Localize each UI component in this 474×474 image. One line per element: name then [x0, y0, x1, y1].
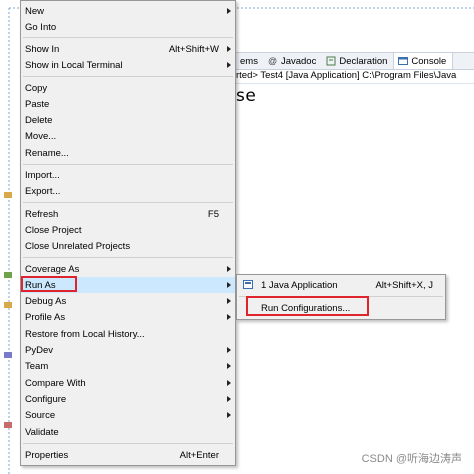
- menu-item-configure[interactable]: Configure: [21, 391, 235, 407]
- menu-item-move[interactable]: Move...: [21, 128, 235, 144]
- submenu-item-java-application[interactable]: 1 Java Application Alt+Shift+X, J: [237, 276, 445, 294]
- submenu-arrow-icon: [227, 8, 231, 14]
- view-tabbar: ems @ Javadoc Declaration Console: [236, 52, 474, 70]
- submenu-arrow-icon: [227, 298, 231, 304]
- annotation-box-run-as: [21, 276, 77, 292]
- submenu-arrow-icon: [227, 314, 231, 320]
- java-application-icon: [243, 280, 253, 289]
- package-icon: [4, 272, 12, 278]
- menu-separator: [23, 257, 233, 258]
- menu-item-copy[interactable]: Copy: [21, 80, 235, 96]
- tab-problems[interactable]: ems: [236, 53, 264, 69]
- menu-item-compare-with[interactable]: Compare With: [21, 375, 235, 391]
- declaration-icon: [326, 56, 336, 66]
- submenu-arrow-icon: [227, 62, 231, 68]
- menu-item-validate[interactable]: Validate: [21, 424, 235, 440]
- menu-item-delete[interactable]: Delete: [21, 112, 235, 128]
- package-icon: [4, 352, 12, 358]
- menu-item-debug-as[interactable]: Debug As: [21, 293, 235, 309]
- menu-item-coverage-as[interactable]: Coverage As: [21, 261, 235, 277]
- menu-item-refresh[interactable]: Refresh F5: [21, 206, 235, 222]
- submenu-arrow-icon: [227, 412, 231, 418]
- watermark-text: CSDN @听海边涛声: [361, 453, 462, 465]
- package-icon: [4, 192, 12, 198]
- submenu-arrow-icon: [227, 380, 231, 386]
- console-header: rted> Test4 [Java Application] C:\Progra…: [236, 69, 474, 84]
- menu-item-close-unrelated-projects[interactable]: Close Unrelated Projects: [21, 238, 235, 254]
- tab-declaration[interactable]: Declaration: [322, 53, 393, 69]
- menu-item-pydev[interactable]: PyDev: [21, 342, 235, 358]
- menu-item-go-into[interactable]: Go Into: [21, 19, 235, 35]
- menu-item-restore-from-local-history[interactable]: Restore from Local History...: [21, 326, 235, 342]
- package-icon: [4, 302, 12, 308]
- menu-separator: [23, 202, 233, 203]
- package-icon: [4, 422, 12, 428]
- menu-item-source[interactable]: Source: [21, 407, 235, 423]
- menu-item-show-in-local-terminal[interactable]: Show in Local Terminal: [21, 57, 235, 73]
- tab-console[interactable]: Console: [393, 53, 454, 69]
- console-output-text: se: [236, 86, 257, 106]
- at-icon: @: [267, 56, 278, 66]
- menu-separator: [23, 76, 233, 77]
- menu-item-properties[interactable]: Properties Alt+Enter: [21, 447, 235, 463]
- context-menu: New Go Into Show In Alt+Shift+W Show in …: [20, 0, 236, 466]
- submenu-arrow-icon: [227, 282, 231, 288]
- submenu-arrow-icon: [227, 347, 231, 353]
- submenu-arrow-icon: [227, 46, 231, 52]
- annotation-box-run-configurations: [246, 296, 369, 316]
- menu-item-paste[interactable]: Paste: [21, 96, 235, 112]
- menu-item-team[interactable]: Team: [21, 358, 235, 374]
- menu-item-import[interactable]: Import...: [21, 167, 235, 183]
- menu-item-close-project[interactable]: Close Project: [21, 222, 235, 238]
- menu-separator: [23, 37, 233, 38]
- submenu-arrow-icon: [227, 363, 231, 369]
- submenu-arrow-icon: [227, 396, 231, 402]
- menu-item-show-in[interactable]: Show In Alt+Shift+W: [21, 41, 235, 57]
- menu-item-new[interactable]: New: [21, 3, 235, 19]
- menu-separator: [23, 164, 233, 165]
- tab-javadoc[interactable]: @ Javadoc: [264, 53, 322, 69]
- menu-item-rename[interactable]: Rename...: [21, 145, 235, 161]
- submenu-arrow-icon: [227, 266, 231, 272]
- console-icon: [398, 57, 409, 65]
- menu-item-export[interactable]: Export...: [21, 183, 235, 199]
- menu-separator: [23, 443, 233, 444]
- menu-item-profile-as[interactable]: Profile As: [21, 309, 235, 325]
- project-explorer-strip: [0, 0, 20, 474]
